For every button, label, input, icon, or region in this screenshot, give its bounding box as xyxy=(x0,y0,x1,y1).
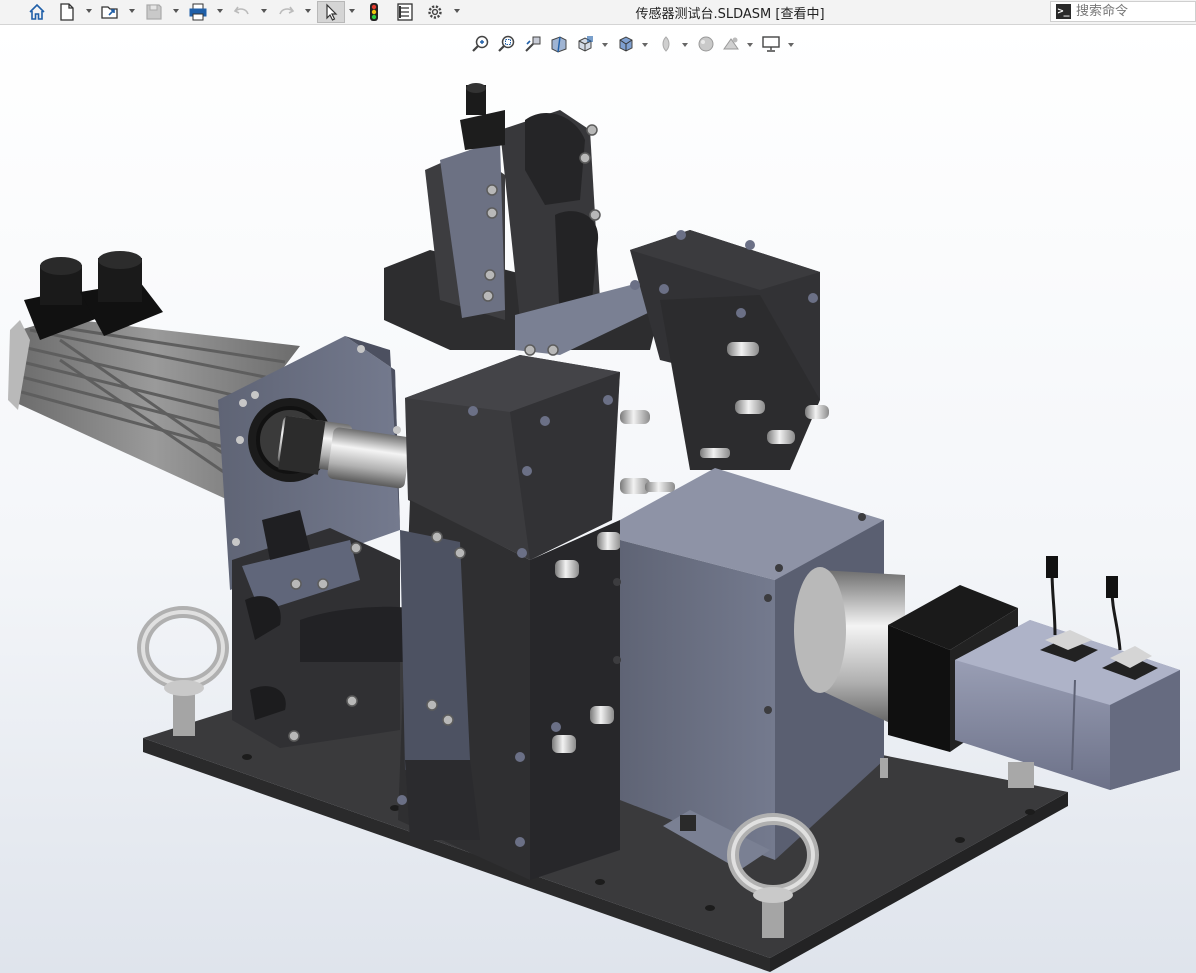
undo-icon[interactable] xyxy=(231,1,253,23)
document-title: 传感器测试台.SLDASM [查看中] xyxy=(635,7,825,22)
save-icon[interactable] xyxy=(143,1,165,23)
print-icon[interactable] xyxy=(187,1,209,23)
redo-dropdown-arrow[interactable] xyxy=(305,9,311,13)
section-view-icon[interactable] xyxy=(548,33,570,55)
top-sensor-mount xyxy=(384,83,675,356)
options-dropdown-arrow[interactable] xyxy=(454,9,460,13)
undo-dropdown-arrow[interactable] xyxy=(261,9,267,13)
view-settings-dropdown-arrow[interactable] xyxy=(788,43,794,47)
select-arrow-icon[interactable] xyxy=(317,1,345,23)
search-commands-box[interactable]: >_ xyxy=(1050,1,1196,22)
select-dropdown-arrow[interactable] xyxy=(349,9,355,13)
right-servo-motor xyxy=(955,556,1180,790)
apply-scene-icon[interactable] xyxy=(720,33,742,55)
display-style-icon[interactable] xyxy=(615,33,637,55)
options-gear-icon[interactable] xyxy=(424,1,446,23)
previous-view-icon[interactable] xyxy=(522,33,544,55)
rear-gear-block xyxy=(630,230,829,470)
view-orientation-icon[interactable] xyxy=(574,33,596,55)
hide-show-items-icon[interactable] xyxy=(655,33,677,55)
edit-appearance-icon[interactable] xyxy=(695,33,717,55)
search-input[interactable] xyxy=(1076,3,1191,20)
display-style-dropdown-arrow[interactable] xyxy=(642,43,648,47)
graphics-viewport[interactable] xyxy=(0,25,1196,973)
new-document-icon[interactable] xyxy=(56,1,78,23)
view-settings-icon[interactable] xyxy=(760,33,782,55)
file-properties-icon[interactable] xyxy=(394,1,416,23)
heads-up-view-toolbar xyxy=(470,33,800,57)
save-dropdown-arrow[interactable] xyxy=(173,9,179,13)
zoom-to-fit-icon[interactable] xyxy=(470,33,492,55)
command-prompt-icon: >_ xyxy=(1056,4,1071,19)
open-dropdown-arrow[interactable] xyxy=(129,9,135,13)
assembly-model xyxy=(8,83,1180,972)
print-dropdown-arrow[interactable] xyxy=(217,9,223,13)
zoom-to-area-icon[interactable] xyxy=(496,33,518,55)
home-icon[interactable] xyxy=(26,1,48,23)
traffic-light-icon[interactable] xyxy=(363,1,385,23)
hide-show-dropdown-arrow[interactable] xyxy=(682,43,688,47)
new-dropdown-arrow[interactable] xyxy=(86,9,92,13)
scene-dropdown-arrow[interactable] xyxy=(747,43,753,47)
orientation-dropdown-arrow[interactable] xyxy=(602,43,608,47)
main-toolbar: 传感器测试台.SLDASM [查看中] >_ xyxy=(0,0,1196,25)
open-folder-icon[interactable] xyxy=(99,1,121,23)
redo-icon[interactable] xyxy=(275,1,297,23)
